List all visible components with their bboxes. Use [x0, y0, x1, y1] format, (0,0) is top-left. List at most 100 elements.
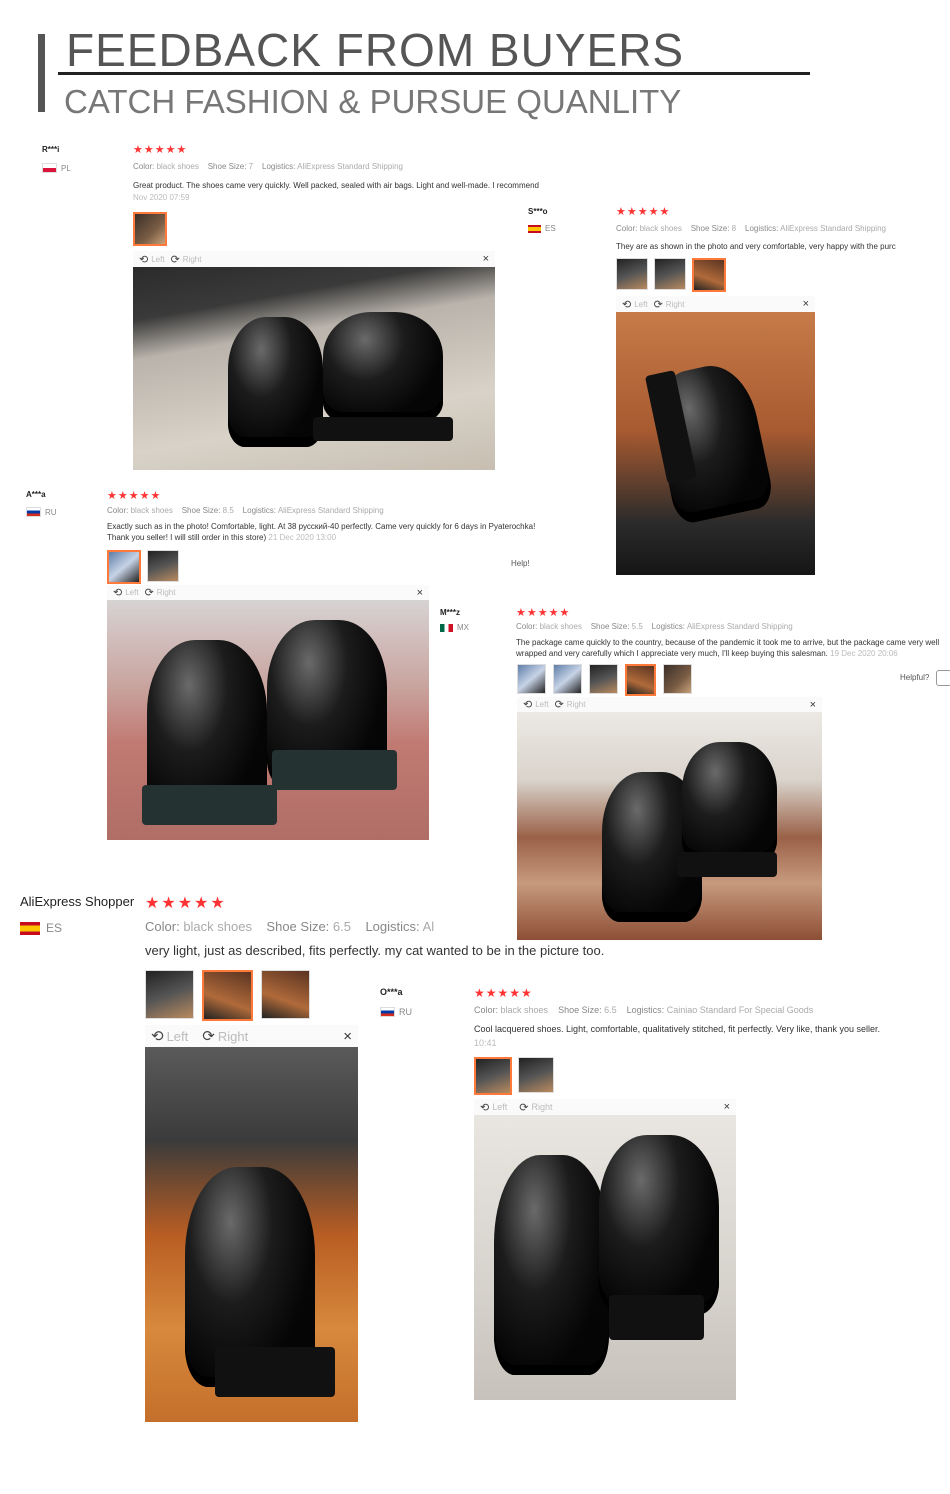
review-photo[interactable]	[107, 600, 429, 840]
rotate-left-icon[interactable]: ⟲	[480, 1101, 489, 1114]
review-date: 21 Dec 2020 13:00	[268, 533, 337, 542]
review-text: Great product. The shoes came very quick…	[133, 181, 539, 190]
rotate-right-icon[interactable]: ⟳	[171, 253, 180, 266]
photo-thumbnail[interactable]	[261, 970, 310, 1019]
poland-flag-icon	[42, 163, 57, 173]
boot-left	[228, 317, 323, 447]
photo-thumbnail[interactable]	[202, 970, 253, 1021]
rotate-left-label[interactable]: Left	[492, 1102, 507, 1112]
rotate-left-icon[interactable]: ⟲	[151, 1027, 164, 1045]
country-code: ES	[545, 224, 556, 233]
rotate-right-label[interactable]: Right	[531, 1102, 552, 1112]
spain-flag-icon	[20, 921, 40, 935]
helpful-checkbox[interactable]	[936, 670, 950, 686]
country-code: ES	[46, 921, 63, 935]
close-icon[interactable]: ×	[803, 298, 809, 310]
review-meta: Color: black shoes Shoe Size: 5.5 Logist…	[516, 622, 793, 631]
photo-thumbnail[interactable]	[517, 664, 546, 694]
review-text: very light, just as described, fits perf…	[145, 943, 605, 958]
rotate-right-label[interactable]: Right	[218, 1029, 248, 1044]
header-accent-bar	[38, 34, 45, 112]
boot-sole	[215, 1347, 335, 1397]
rotate-right-label[interactable]: Right	[157, 588, 176, 597]
rotate-left-icon[interactable]: ⟲	[523, 698, 532, 711]
reviewer-country: ES	[528, 224, 556, 233]
photo-viewer-toolbar: ⟲ Left ⟳ Right ×	[145, 1025, 358, 1048]
photo-thumbnail[interactable]	[663, 664, 692, 694]
photo-thumbnail[interactable]	[692, 258, 726, 292]
helpful-button[interactable]: Help!	[511, 559, 530, 568]
rotate-right-icon[interactable]: ⟳	[654, 298, 663, 311]
close-icon[interactable]: ×	[417, 587, 423, 599]
photo-viewer-toolbar: ⟲ Left ⟳ Right ×	[107, 585, 429, 601]
rotate-left-icon[interactable]: ⟲	[622, 298, 631, 311]
helpful-button[interactable]: Helpful?	[900, 673, 929, 682]
close-icon[interactable]: ×	[810, 699, 816, 711]
country-code: PL	[61, 163, 71, 173]
rotate-left-label[interactable]: Left	[167, 1029, 189, 1044]
review-thumbnails	[107, 550, 179, 584]
photo-thumbnail[interactable]	[145, 970, 194, 1019]
rating-stars: ★★★★★	[107, 490, 162, 502]
review-meta: Color: black shoes Shoe Size: 6.5 Logist…	[474, 1005, 814, 1015]
rotate-right-label[interactable]: Right	[183, 255, 202, 264]
photo-thumbnail[interactable]	[133, 212, 167, 246]
review-thumbnails	[616, 258, 726, 292]
photo-thumbnail[interactable]	[654, 258, 686, 290]
rotate-left-label[interactable]: Left	[125, 588, 138, 597]
rotate-left-icon[interactable]: ⟲	[139, 253, 148, 266]
photo-thumbnail[interactable]	[474, 1057, 512, 1095]
review-photo[interactable]	[517, 712, 822, 940]
photo-thumbnail[interactable]	[553, 664, 582, 694]
russia-flag-icon	[380, 1007, 395, 1017]
review-photo[interactable]	[616, 312, 815, 575]
review-photo[interactable]	[474, 1115, 736, 1400]
header-underline	[58, 72, 810, 75]
photo-thumbnail[interactable]	[589, 664, 618, 694]
reviewer-name: AliExpress Shopper	[20, 894, 135, 909]
review-thumbnails	[145, 970, 310, 1021]
review-text: Exactly such as in the photo! Comfortabl…	[107, 522, 536, 542]
photo-thumbnail[interactable]	[616, 258, 648, 290]
photo-thumbnail[interactable]	[518, 1057, 554, 1093]
boot-sole	[142, 785, 277, 825]
rotate-right-icon[interactable]: ⟳	[202, 1027, 215, 1045]
review-meta: Color: black shoes Shoe Size: 7 Logistic…	[133, 162, 403, 171]
photo-thumbnail[interactable]	[147, 550, 179, 582]
rotate-left-icon[interactable]: ⟲	[113, 586, 122, 599]
review-text: Cool lacquered shoes. Light, comfortable…	[474, 1024, 881, 1034]
country-code: MX	[457, 623, 469, 632]
close-icon[interactable]: ×	[483, 253, 489, 265]
rotate-left-label[interactable]: Left	[151, 255, 164, 264]
rotate-right-label[interactable]: Right	[666, 300, 685, 309]
reviewer-name: O***a	[380, 987, 403, 997]
russia-flag-icon	[26, 507, 41, 517]
close-icon[interactable]: ×	[724, 1101, 730, 1113]
review-meta: Color: black shoes Shoe Size: 6.5 Logist…	[145, 919, 435, 934]
review-photo[interactable]	[133, 267, 495, 470]
reviewer-country: ES	[20, 921, 62, 935]
photo-thumbnail[interactable]	[107, 550, 141, 584]
review-meta: Color: black shoes Shoe Size: 8.5 Logist…	[107, 506, 384, 515]
review-photo[interactable]	[145, 1047, 358, 1422]
rotate-right-icon[interactable]: ⟳	[519, 1101, 528, 1114]
boot-sole	[272, 750, 397, 790]
rotate-right-icon[interactable]: ⟳	[145, 586, 154, 599]
rotate-right-icon[interactable]: ⟳	[555, 698, 564, 711]
boot-right	[599, 1135, 719, 1315]
reviewer-name: M***z	[440, 608, 461, 617]
review-date: 10:41	[474, 1038, 497, 1048]
photo-thumbnail[interactable]	[625, 664, 656, 696]
rating-stars: ★★★★★	[133, 144, 188, 156]
rotate-right-label[interactable]: Right	[567, 700, 586, 709]
rotate-left-label[interactable]: Left	[535, 700, 548, 709]
rating-stars: ★★★★★	[474, 986, 533, 1000]
country-code: RU	[45, 507, 57, 517]
rotate-left-label[interactable]: Left	[634, 300, 647, 309]
boot-sole	[609, 1295, 704, 1340]
review-date: Nov 2020 07:59	[133, 193, 190, 202]
rating-stars: ★★★★★	[616, 206, 671, 218]
spain-flag-icon	[528, 224, 541, 233]
close-icon[interactable]: ×	[343, 1028, 352, 1045]
boot-right	[323, 312, 443, 422]
